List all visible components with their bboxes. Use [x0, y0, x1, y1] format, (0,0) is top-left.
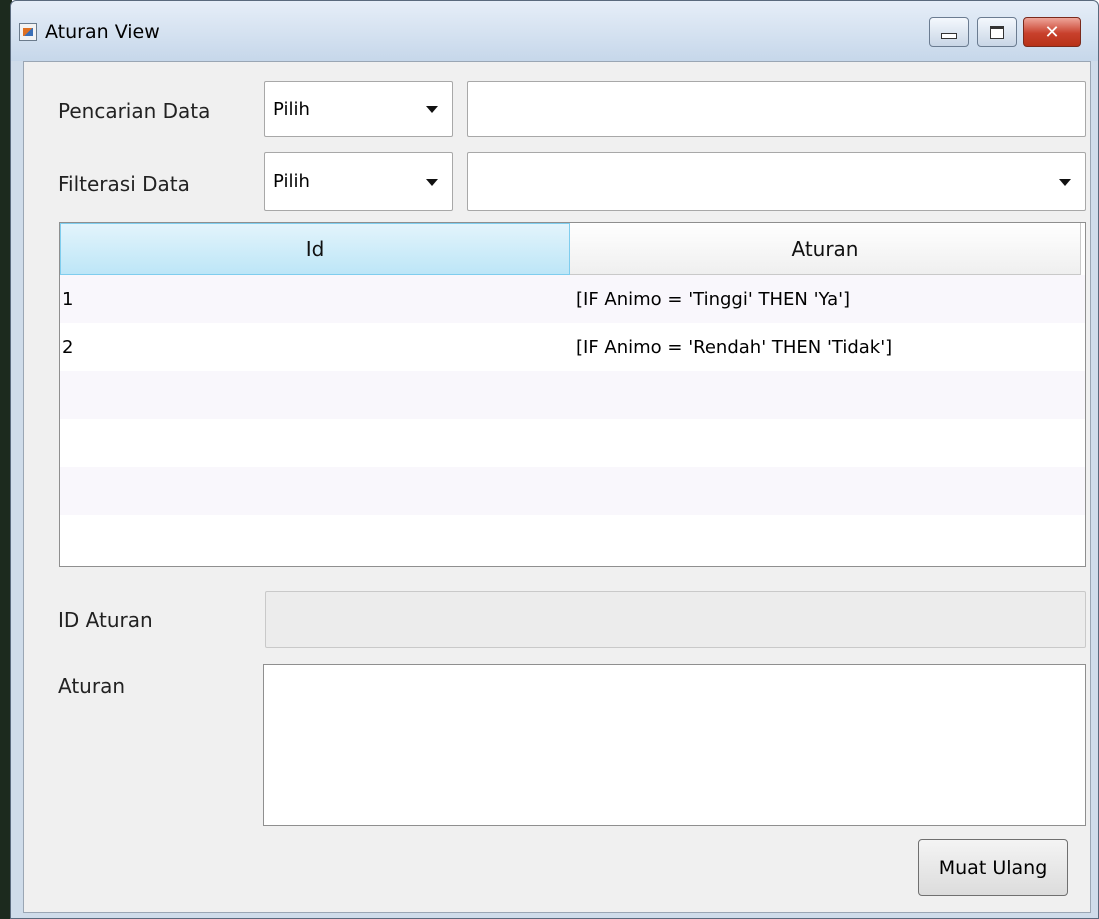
filter-field-select[interactable]: Pilih	[264, 152, 453, 211]
id-aturan-field	[265, 591, 1086, 648]
maximize-button[interactable]	[977, 17, 1017, 47]
column-header-id[interactable]: Id	[60, 223, 570, 275]
aturan-label: Aturan	[58, 674, 126, 698]
filter-field-selected: Pilih	[273, 171, 310, 192]
caret-down-icon	[426, 106, 438, 113]
aturan-textarea[interactable]	[263, 664, 1086, 826]
cell-aturan: [IF Animo = 'Tinggi' THEN 'Ya']	[576, 288, 851, 310]
filter-value-select[interactable]	[467, 152, 1086, 211]
table-header: Id Aturan	[60, 223, 1085, 275]
empty-row	[60, 419, 1085, 467]
close-button[interactable]: ✕	[1023, 17, 1081, 47]
table-row[interactable]: 1 [IF Animo = 'Tinggi' THEN 'Ya']	[60, 275, 1085, 323]
close-icon: ✕	[1044, 21, 1060, 43]
empty-row	[60, 371, 1085, 419]
cell-id: 1	[62, 288, 74, 310]
app-window: Aturan View ✕ Pencarian Data Pilih Filte…	[10, 0, 1099, 919]
search-field-selected: Pilih	[273, 98, 310, 120]
table-body: 1 [IF Animo = 'Tinggi' THEN 'Ya'] 2 [IF …	[60, 275, 1085, 563]
main-panel: Pencarian Data Pilih Filterasi Data Pili…	[23, 61, 1091, 913]
filter-label: Filterasi Data	[58, 172, 190, 196]
caret-down-icon	[1059, 178, 1071, 186]
search-label: Pencarian Data	[58, 99, 211, 123]
reload-button[interactable]: Muat Ulang	[918, 839, 1068, 896]
cell-id: 2	[62, 336, 74, 358]
cell-aturan: [IF Animo = 'Rendah' THEN 'Tidak']	[576, 336, 893, 358]
minimize-icon	[941, 33, 957, 39]
rules-table[interactable]: Id Aturan 1 [IF Animo = 'Tinggi' THEN 'Y…	[59, 222, 1086, 567]
table-row[interactable]: 2 [IF Animo = 'Rendah' THEN 'Tidak']	[60, 323, 1085, 371]
window-title: Aturan View	[45, 21, 160, 43]
empty-row	[60, 467, 1085, 515]
id-aturan-label: ID Aturan	[58, 608, 153, 632]
search-field-select[interactable]: Pilih	[264, 81, 453, 137]
title-bar[interactable]: Aturan View ✕	[11, 1, 1098, 61]
caret-down-icon	[426, 178, 438, 186]
search-input[interactable]	[467, 81, 1086, 137]
maximize-icon	[990, 25, 1004, 39]
minimize-button[interactable]	[929, 17, 969, 47]
java-app-icon	[19, 23, 37, 41]
empty-row	[60, 515, 1085, 563]
column-header-aturan[interactable]: Aturan	[570, 223, 1081, 275]
